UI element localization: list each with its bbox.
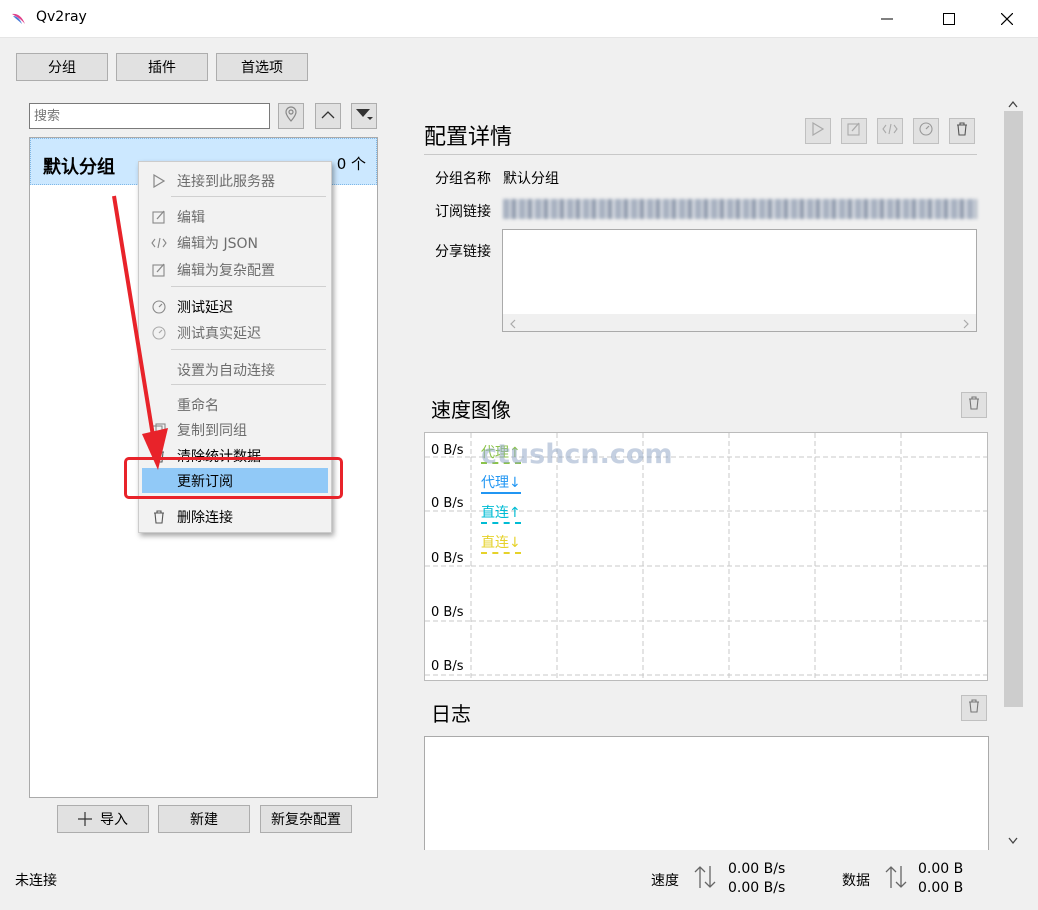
new-button[interactable]: 新建 — [158, 805, 250, 833]
y-tick-label: 0 B/s — [431, 551, 464, 566]
clear-log-button[interactable] — [961, 695, 987, 721]
horizontal-scrollbar[interactable] — [503, 314, 976, 331]
data-label: 数据 — [842, 873, 870, 889]
y-tick-label: 0 B/s — [431, 443, 464, 458]
menu-item-label: 连接到此服务器 — [177, 173, 275, 190]
scroll-right-icon[interactable] — [962, 317, 970, 333]
scroll-up-icon[interactable] — [1008, 96, 1018, 112]
edit-button[interactable] — [841, 118, 867, 144]
speed-chart: 0 B/s 0 B/s 0 B/s 0 B/s 0 B/s 代理↑ 代理↓ 直连… — [424, 432, 988, 681]
play-icon — [144, 173, 174, 188]
sort-down-icon — [355, 107, 373, 125]
group-name: 默认分组 — [43, 157, 115, 178]
scrollbar-thumb[interactable] — [1004, 111, 1023, 707]
gauge-icon — [919, 122, 933, 140]
watermark: ctushcn.com — [481, 439, 673, 470]
share-link-box[interactable] — [502, 229, 977, 332]
scroll-left-icon[interactable] — [509, 317, 517, 333]
code-icon — [882, 122, 898, 140]
clear-speed-button[interactable] — [961, 392, 987, 418]
play-icon — [812, 121, 825, 140]
group-name-value: 默认分组 — [503, 171, 559, 187]
plus-icon — [78, 812, 92, 826]
data-up-value: 0.00 B — [918, 861, 964, 877]
divider — [424, 154, 977, 155]
edit-icon — [847, 122, 861, 140]
group-name-label: 分组名称 — [435, 171, 491, 187]
connection-status: 未连接 — [15, 873, 57, 889]
title-bar: Qv2ray — [0, 0, 1038, 38]
share-link-label: 分享链接 — [435, 244, 491, 260]
details-title: 配置详情 — [424, 125, 513, 150]
log-title: 日志 — [431, 702, 471, 726]
speed-down-value: 0.00 B/s — [728, 880, 786, 896]
window-title: Qv2ray — [36, 9, 87, 25]
up-down-arrows-icon — [693, 864, 717, 894]
legend-direct-up: 直连↑ — [481, 502, 521, 524]
search-input[interactable] — [29, 103, 270, 129]
new-complex-button[interactable]: 新复杂配置 — [260, 805, 352, 833]
import-button[interactable]: 导入 — [57, 805, 149, 833]
qv2ray-logo-icon — [10, 10, 28, 28]
subscription-link-value — [503, 199, 977, 219]
trash-icon — [144, 509, 174, 524]
speed-graph-title: 速度图像 — [431, 398, 511, 422]
group-count: 0 个 — [336, 155, 366, 173]
minimize-button[interactable] — [864, 0, 910, 38]
locate-button[interactable] — [278, 103, 304, 129]
preferences-button[interactable]: 首选项 — [216, 53, 308, 81]
close-button[interactable] — [984, 0, 1030, 38]
subscription-link-label: 订阅链接 — [435, 204, 491, 220]
legend-proxy-down: 代理↓ — [481, 472, 521, 494]
speed-up-value: 0.00 B/s — [728, 861, 786, 877]
speed-chart-grid — [425, 433, 987, 680]
trash-icon — [956, 122, 968, 140]
collapse-button[interactable] — [315, 103, 341, 129]
log-box[interactable] — [424, 736, 989, 850]
data-down-value: 0.00 B — [918, 880, 964, 896]
delete-button[interactable] — [949, 118, 975, 144]
legend-direct-down: 直连↓ — [481, 532, 521, 554]
edit-json-button[interactable] — [877, 118, 903, 144]
scroll-down-icon[interactable] — [1008, 833, 1018, 849]
annotation-highlight-box — [124, 457, 343, 499]
latency-button[interactable] — [913, 118, 939, 144]
sort-dropdown-button[interactable] — [351, 103, 377, 129]
group-button[interactable]: 分组 — [16, 53, 108, 81]
maximize-button[interactable] — [926, 0, 972, 38]
connect-button[interactable] — [805, 118, 831, 144]
trash-icon — [968, 699, 980, 717]
chevron-up-icon — [321, 108, 335, 124]
location-pin-icon — [283, 106, 299, 126]
y-tick-label: 0 B/s — [431, 496, 464, 511]
up-down-arrows-icon — [884, 864, 908, 894]
y-tick-label: 0 B/s — [431, 659, 464, 674]
speed-label: 速度 — [651, 873, 679, 889]
import-label: 导入 — [100, 812, 128, 828]
trash-icon — [968, 396, 980, 414]
plugin-button[interactable]: 插件 — [116, 53, 208, 81]
y-tick-label: 0 B/s — [431, 605, 464, 620]
